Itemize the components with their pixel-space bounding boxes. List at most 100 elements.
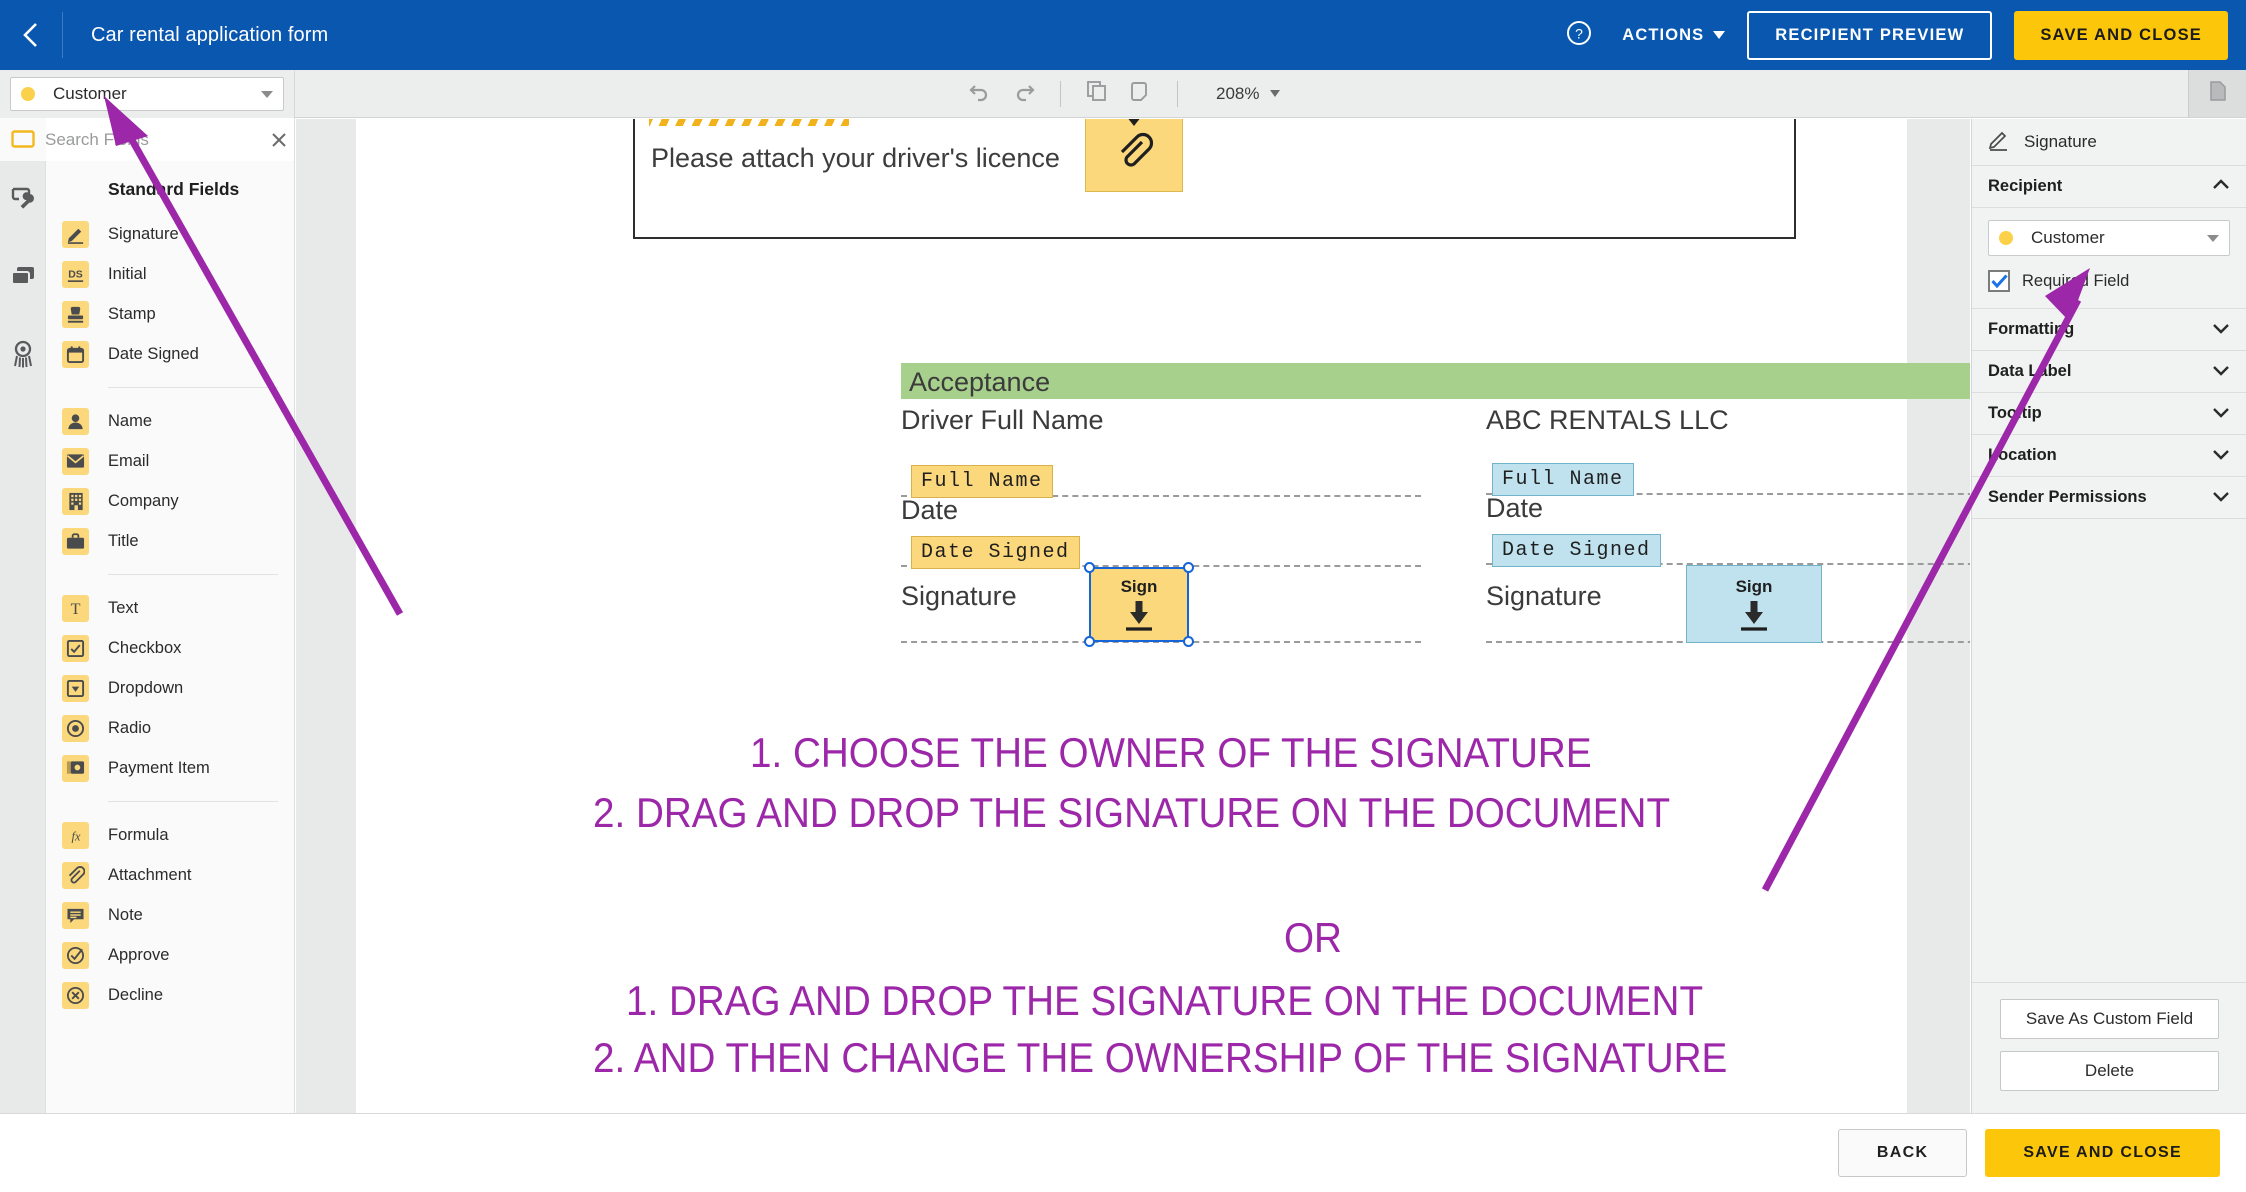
properties-recipient-selector[interactable]: Customer <box>1988 220 2230 256</box>
recipient-selector[interactable]: Customer <box>10 77 284 111</box>
document-canvas[interactable]: Please attach your driver's licence Acce… <box>296 119 1970 1113</box>
sign-arrow-icon <box>1741 600 1767 631</box>
tools-wrench-icon <box>10 185 36 216</box>
actions-menu-button[interactable]: ACTIONS <box>1622 25 1726 45</box>
full-name-field-placed[interactable]: Full Name <box>911 465 1053 498</box>
footer-back-button[interactable]: BACK <box>1837 1129 1968 1177</box>
section-label: Data Label <box>1988 362 2072 380</box>
footer-bar: BACK SAVE AND CLOSE <box>0 1113 2246 1192</box>
section-recipient[interactable]: Recipient <box>1972 166 2246 208</box>
field-item-note[interactable]: Note <box>46 895 294 935</box>
annotation-line-4: 2. AND THEN CHANGE THE OWNERSHIP OF THE … <box>593 1034 1728 1081</box>
field-label: Date Signed <box>108 344 199 363</box>
field-item-company[interactable]: Company <box>46 481 294 521</box>
field-item-decline[interactable]: Decline <box>46 975 294 1015</box>
company-heading: ABC RENTALS LLC <box>1486 405 1729 435</box>
copy-button[interactable] <box>1077 75 1117 113</box>
field-label: Stamp <box>108 304 156 323</box>
field-item-name[interactable]: Name <box>46 401 294 441</box>
field-item-email[interactable]: Email <box>46 441 294 481</box>
paste-button[interactable] <box>1121 75 1161 113</box>
undo-button[interactable] <box>960 75 1000 113</box>
field-properties-panel: Signature Recipient Customer Required Fi… <box>1971 119 2246 1113</box>
field-label: Attachment <box>108 865 192 884</box>
fields-divider <box>108 387 278 388</box>
help-button[interactable]: ? <box>1558 14 1600 56</box>
annotation-line-or: OR <box>1284 914 1342 961</box>
zoom-level-selector[interactable]: 208% <box>1216 84 1281 104</box>
save-as-custom-field-button[interactable]: Save As Custom Field <box>2000 999 2219 1039</box>
sign-label: Sign <box>1120 577 1158 596</box>
rail-item-tools[interactable] <box>0 161 46 239</box>
rail-fields-tab[interactable] <box>0 118 46 164</box>
back-button[interactable] <box>0 0 62 70</box>
editor-toolbar: 208% <box>0 70 2246 118</box>
field-item-stamp[interactable]: Stamp <box>46 294 294 334</box>
actions-label: ACTIONS <box>1622 25 1705 44</box>
header-save-and-close-button[interactable]: SAVE AND CLOSE <box>2014 10 2228 60</box>
field-item-title[interactable]: Title <box>46 521 294 561</box>
standard-fields-heading: Standard Fields <box>108 179 240 199</box>
recipient-preview-button[interactable]: RECIPIENT PREVIEW <box>1747 10 1993 60</box>
approve-check-icon <box>62 941 89 969</box>
section-sender-permissions[interactable]: Sender Permissions <box>1972 477 2246 519</box>
field-item-date-signed[interactable]: Date Signed <box>46 334 294 374</box>
resize-handle-tr[interactable] <box>1183 562 1194 573</box>
field-label: Payment Item <box>108 758 210 777</box>
section-data-label[interactable]: Data Label <box>1972 351 2246 393</box>
chevron-left-icon <box>21 20 41 50</box>
text-t-icon: T <box>62 594 89 622</box>
field-item-payment[interactable]: Payment Item <box>46 748 294 788</box>
field-item-radio[interactable]: Radio <box>46 708 294 748</box>
section-formatting[interactable]: Formatting <box>1972 309 2246 351</box>
chevron-down-icon <box>1713 31 1726 39</box>
field-item-text[interactable]: T Text <box>46 588 294 628</box>
field-item-checkbox[interactable]: Checkbox <box>46 628 294 668</box>
required-field-row[interactable]: Required Field <box>1988 270 2230 292</box>
section-tooltip[interactable]: Tooltip <box>1972 393 2246 435</box>
field-item-dropdown[interactable]: Dropdown <box>46 668 294 708</box>
app-header: Car rental application form ? ACTIONS RE… <box>0 0 2246 70</box>
chevron-down-icon <box>2212 447 2230 465</box>
rail-item-layers[interactable] <box>0 239 46 317</box>
redo-button[interactable] <box>1004 75 1044 113</box>
person-icon <box>62 407 89 435</box>
date-signed-field-placed[interactable]: Date Signed <box>1492 534 1661 567</box>
field-item-initial[interactable]: DS Initial <box>46 254 294 294</box>
recipient-selector-bar: Customer <box>0 70 295 118</box>
payment-icon <box>62 754 89 782</box>
field-label: Text <box>108 598 139 617</box>
full-name-field-placed[interactable]: Full Name <box>1492 463 1634 496</box>
date-signed-field-placed[interactable]: Date Signed <box>911 536 1080 569</box>
acceptance-label: Acceptance <box>909 367 1051 397</box>
rail-item-certificate[interactable] <box>0 317 46 395</box>
field-item-approve[interactable]: Approve <box>46 935 294 975</box>
signature-field-selected[interactable]: Sign <box>1084 562 1194 647</box>
pages-panel-button[interactable] <box>2188 70 2246 117</box>
signature-field-company[interactable]: Sign <box>1686 565 1822 643</box>
field-item-signature[interactable]: Signature <box>46 214 294 254</box>
left-icon-rail <box>0 161 46 1113</box>
field-label: Name <box>108 411 153 430</box>
resize-handle-br[interactable] <box>1183 636 1194 647</box>
formula-fx-icon: fx <box>62 821 89 849</box>
required-field-checkbox[interactable] <box>1988 270 2010 292</box>
delete-field-button[interactable]: Delete <box>2000 1051 2219 1091</box>
radio-icon <box>62 714 89 742</box>
resize-handle-bl[interactable] <box>1084 636 1095 647</box>
field-item-attachment[interactable]: Attachment <box>46 855 294 895</box>
pen-signature-icon <box>1988 129 2010 156</box>
attachment-field-placed[interactable] <box>1085 119 1183 192</box>
search-input[interactable] <box>45 129 266 150</box>
field-item-formula[interactable]: fx Formula <box>46 815 294 855</box>
driver-column: Driver Full Name Full Name Date Date Sig… <box>901 405 1451 647</box>
recipient-section-body: Customer Required Field <box>1972 208 2246 309</box>
chevron-down-icon <box>2212 321 2230 339</box>
svg-text:fx: fx <box>71 829 80 843</box>
footer-save-and-close-button[interactable]: SAVE AND CLOSE <box>1985 1129 2220 1177</box>
resize-handle-tl[interactable] <box>1084 562 1095 573</box>
clear-search-button[interactable] <box>266 127 292 153</box>
section-location[interactable]: Location <box>1972 435 2246 477</box>
note-icon <box>62 901 89 929</box>
chevron-down-icon <box>261 90 273 98</box>
